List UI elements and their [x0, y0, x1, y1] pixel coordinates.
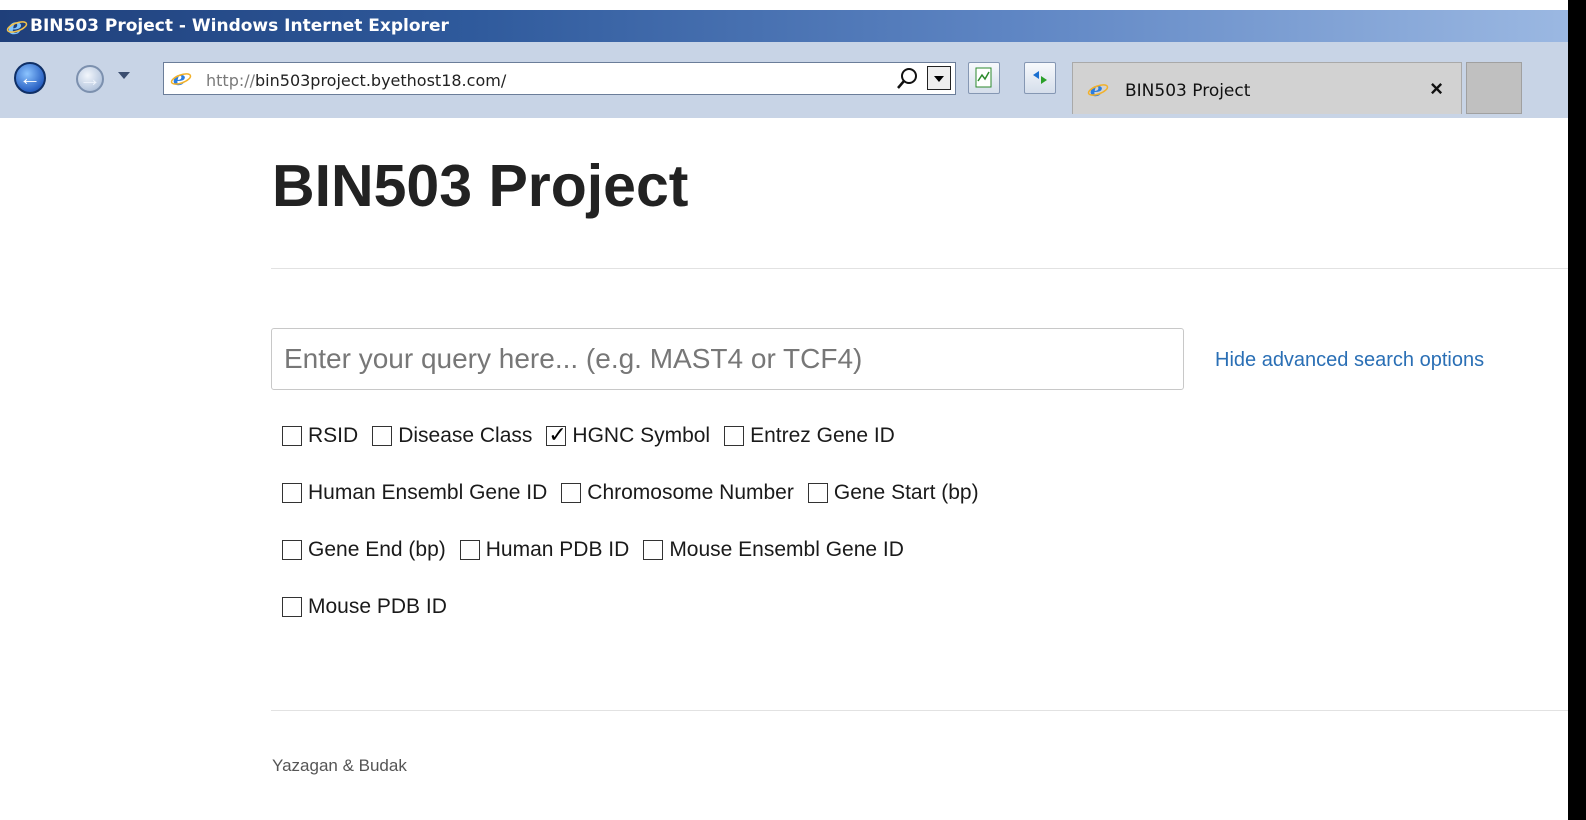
option-checkbox[interactable] [807, 483, 828, 503]
option-item[interactable]: Human PDB ID [459, 538, 630, 562]
tab-title: BIN503 Project [1125, 81, 1251, 101]
option-checkbox[interactable] [459, 540, 480, 560]
address-dropdown-button[interactable] [927, 66, 951, 90]
refresh-button[interactable] [1024, 62, 1056, 94]
option-checkbox[interactable] [546, 423, 567, 448]
option-item[interactable]: HGNC Symbol [546, 423, 711, 448]
option-checkbox[interactable] [372, 426, 393, 446]
title-bar: e BIN503 Project - Windows Internet Expl… [0, 10, 1568, 42]
header-divider [271, 268, 1568, 269]
search-input[interactable] [271, 328, 1184, 390]
option-checkbox[interactable] [282, 597, 302, 617]
ie-tab-icon: e [1087, 79, 1109, 99]
option-label: Human Ensembl Gene ID [308, 481, 548, 504]
option-row: RSID Disease Class HGNC Symbol Entrez Gene … [282, 423, 909, 449]
forward-button[interactable]: → [76, 65, 104, 93]
address-bar[interactable]: e http://bin503project.byethost18.com/ [163, 62, 956, 95]
page-title: BIN503 Project [272, 153, 689, 219]
option-label: Gene End (bp) [308, 538, 446, 561]
search-icon[interactable] [895, 66, 921, 92]
option-row: Gene End (bp) Human PDB ID Mouse Ensembl G… [282, 537, 918, 563]
page-content: BIN503 Project Hide advanced search opti… [0, 118, 1568, 820]
option-checkbox[interactable] [282, 540, 302, 560]
url-domain: bin503project.byethost18.com/ [255, 71, 507, 90]
recent-pages-dropdown[interactable] [118, 72, 130, 79]
option-item[interactable]: Human Ensembl Gene ID [282, 481, 547, 505]
option-label: Disease Class [398, 424, 533, 447]
new-tab-button[interactable] [1466, 62, 1522, 114]
toggle-advanced-search-link[interactable]: Hide advanced search options [1215, 349, 1484, 372]
option-label: Entrez Gene ID [750, 424, 895, 447]
option-label: Mouse Ensembl Gene ID [669, 538, 904, 561]
option-label: Chromosome Number [587, 481, 794, 504]
url-protocol: http:// [206, 71, 256, 90]
option-label: RSID [308, 424, 359, 447]
option-item[interactable]: RSID [282, 424, 358, 448]
option-item[interactable]: Entrez Gene ID [724, 424, 895, 448]
ie-page-icon: e [170, 68, 192, 88]
browser-window: e BIN503 Project - Windows Internet Expl… [0, 0, 1568, 820]
option-row: Human Ensembl Gene ID Chromosome Number Ge… [282, 480, 993, 506]
option-checkbox[interactable] [282, 426, 302, 446]
close-tab-icon[interactable]: × [1430, 76, 1443, 102]
footer-divider [271, 710, 1568, 711]
forward-arrow-icon: → [79, 66, 101, 91]
window-title: BIN503 Project - Windows Internet Explor… [30, 16, 449, 36]
option-label: HGNC Symbol [572, 424, 711, 447]
option-item[interactable]: Chromosome Number [561, 481, 794, 505]
back-arrow-icon: ← [19, 65, 41, 90]
option-label: Gene Start (bp) [833, 481, 979, 504]
footer-text: Yazagan & Budak [272, 756, 407, 775]
option-row: Mouse PDB ID [282, 594, 461, 620]
option-checkbox[interactable] [561, 483, 582, 503]
option-label: Mouse PDB ID [308, 595, 447, 618]
ie-logo-icon: e [6, 16, 28, 36]
option-item[interactable]: Mouse PDB ID [282, 595, 447, 619]
compatibility-view-icon [975, 67, 992, 88]
back-button[interactable]: ← [14, 62, 46, 94]
option-checkbox[interactable] [282, 483, 302, 503]
option-item[interactable]: Disease Class [372, 424, 532, 448]
option-checkbox[interactable] [643, 540, 664, 560]
url-text: http://bin503project.byethost18.com/ [206, 71, 506, 90]
option-label: Human PDB ID [485, 538, 630, 561]
refresh-icon [1033, 71, 1047, 84]
compatibility-view-button[interactable] [968, 62, 1000, 94]
option-item[interactable]: Mouse Ensembl Gene ID [643, 538, 904, 562]
option-item[interactable]: Gene End (bp) [282, 538, 446, 562]
option-checkbox[interactable] [724, 426, 745, 446]
option-item[interactable]: Gene Start (bp) [807, 481, 979, 505]
browser-tab[interactable]: e BIN503 Project × [1072, 62, 1462, 114]
